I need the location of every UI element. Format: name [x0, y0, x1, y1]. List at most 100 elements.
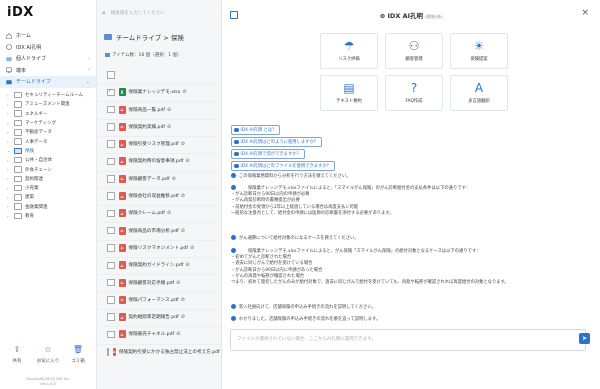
- chevron-right-icon: ›: [7, 204, 9, 210]
- ai-link-icon[interactable]: ⊘: [181, 193, 185, 199]
- team-folder-item[interactable]: › セキュリティーチームルーム: [0, 91, 96, 100]
- file-checkbox[interactable]: [107, 330, 115, 339]
- breadcrumb: チームドライブ > 保険: [104, 32, 184, 42]
- ai-link-icon[interactable]: ⊘: [181, 141, 185, 147]
- file-row[interactable]: ⌂ 契約継続率定期報告.pdf ⊘: [96, 308, 220, 325]
- team-folder-item[interactable]: › 外食チェーン: [0, 165, 96, 174]
- team-folder-item[interactable]: › マーケティング: [0, 118, 96, 127]
- team-folder-item[interactable]: › 契約関連: [0, 174, 96, 183]
- card-risk-assessment[interactable]: ☂ リスク評価: [320, 33, 378, 69]
- ai-link-icon[interactable]: ⊘: [167, 124, 171, 130]
- suggestion-chip[interactable]: IDX AI孔明 とは？: [231, 125, 281, 135]
- ai-link-icon[interactable]: ⊘: [190, 245, 194, 251]
- pdf-file-icon: ⌂: [118, 122, 126, 131]
- file-checkbox[interactable]: [107, 296, 115, 304]
- sidebar: iDX ホーム IDX AI孔明 個人ドライブ › 端末 › チームドライブ ⌄…: [0, 0, 97, 389]
- ai-link-icon[interactable]: ⊘: [176, 280, 180, 286]
- pdf-file-icon: ⌂: [118, 226, 126, 235]
- sidebar-item-device[interactable]: 端末 ›: [0, 65, 96, 77]
- file-checkbox[interactable]: [107, 261, 115, 269]
- file-checkbox[interactable]: [107, 192, 115, 200]
- favorites-button[interactable]: ☆ お気に入り: [33, 345, 63, 364]
- folder-icon: [14, 101, 22, 108]
- ai-link-icon[interactable]: ⊘: [172, 176, 176, 182]
- file-checkbox[interactable]: [107, 244, 115, 252]
- file-checkbox[interactable]: [107, 140, 115, 148]
- file-row[interactable]: ⌂保険契約引受にかかる独占禁止法上の考え方.pdf⊘: [96, 343, 226, 360]
- file-checkbox[interactable]: [107, 175, 115, 183]
- sidebar-item-home[interactable]: ホーム: [0, 30, 96, 42]
- file-row[interactable]: ⌂ 保険契約ガイドライン.pdf ⊘: [96, 257, 220, 273]
- copyright: Copyright(2023) IDX Inc. ver.1.0.0: [25, 377, 71, 386]
- file-row[interactable]: ⌂ 保険会社の収益推移.pdf ⊘: [96, 187, 220, 204]
- file-checkbox[interactable]: [107, 123, 115, 131]
- file-row[interactable]: ⌂ 保険リスクマネジメント.pdf ⊘: [96, 239, 220, 256]
- team-folder-item[interactable]: › 公共・自治体: [0, 156, 96, 165]
- file-row[interactable]: ⌂ 保険契約実績.pdf ⊘: [96, 118, 220, 135]
- file-checkbox[interactable]: [107, 105, 115, 114]
- file-name: 保険業ナレッジデモ.xlsx: [128, 90, 181, 96]
- team-folder-item[interactable]: › 人事データ: [0, 137, 96, 146]
- file-checkbox[interactable]: [107, 278, 115, 287]
- file-row[interactable]: X保険業ナレッジデモ.xlsx⊘: [96, 84, 220, 100]
- sidebar-item-personal-drive[interactable]: 個人ドライブ ›: [0, 53, 96, 65]
- team-folder-item[interactable]: › 小売業: [0, 183, 96, 192]
- ai-link-icon[interactable]: ⊘: [181, 297, 185, 303]
- trash-button[interactable]: 🗑 ゴミ箱: [63, 345, 93, 364]
- ai-link-icon[interactable]: ⊘: [167, 107, 171, 113]
- close-icon[interactable]: ×: [581, 8, 589, 18]
- file-checkbox[interactable]: [107, 313, 115, 321]
- ai-link-icon[interactable]: ⊘: [181, 228, 185, 234]
- ai-icon: [6, 44, 12, 51]
- team-folder-item[interactable]: › 教育: [0, 211, 96, 220]
- search-bar[interactable]: ⌕ 検索語を入力してください: [102, 6, 220, 20]
- file-row[interactable]: ⌂ 保険顧客対応手順.pdf ⊘: [96, 274, 220, 290]
- file-row[interactable]: ⌂ 保険販売チャネル.pdf ⊘: [96, 326, 220, 342]
- ai-link-icon[interactable]: ⊘: [185, 158, 189, 164]
- ai-icon: [231, 185, 236, 190]
- share-button[interactable]: ⇪ 共有: [2, 345, 32, 364]
- ai-link-icon[interactable]: ⊘: [182, 89, 186, 95]
- ai-icon: [231, 316, 236, 321]
- card-insurance-proposal[interactable]: ☀ 保険提案: [450, 33, 508, 69]
- team-folder-item[interactable]: › 建築: [0, 193, 96, 202]
- file-row[interactable]: ⌂ 保険商品一覧.pdf ⊘: [96, 101, 220, 117]
- select-all-checkbox[interactable]: [107, 71, 115, 79]
- file-checkbox[interactable]: [107, 209, 115, 218]
- file-checkbox[interactable]: [107, 348, 109, 356]
- send-button[interactable]: ➤: [579, 333, 590, 344]
- file-checkbox[interactable]: [107, 226, 115, 235]
- card-text-summary[interactable]: ▤ テキスト要約: [320, 75, 378, 111]
- card-customer-management[interactable]: ⚇ 顧客管理: [385, 33, 443, 69]
- team-folder-item-active[interactable]: ⌄ 保険: [0, 146, 96, 155]
- file-checkbox[interactable]: [107, 157, 115, 166]
- team-folder-item[interactable]: › 金融業関連: [0, 202, 96, 211]
- folder-icon: [14, 119, 22, 127]
- file-checkbox[interactable]: [107, 88, 115, 96]
- ai-link-icon[interactable]: ⊘: [167, 210, 171, 216]
- suggestion-chip[interactable]: IDX AI孔明で何ができますか？: [231, 149, 305, 159]
- file-row[interactable]: ⌂ 保険契約時の留意事項.pdf ⊘: [96, 153, 220, 169]
- file-row[interactable]: ⌂ 保険引受リスク管理.pdf ⊘: [96, 135, 220, 152]
- search-input[interactable]: 検索語を入力してください: [111, 10, 165, 16]
- suggestion-chip[interactable]: IDX AI孔明はどのように使用しますか？: [231, 137, 323, 147]
- card-translation[interactable]: A 多言語翻訳: [450, 75, 508, 111]
- file-row[interactable]: ⌂ 保険顧客データ.pdf ⊘: [96, 170, 220, 187]
- app-logo[interactable]: iDX: [7, 5, 34, 20]
- team-folder-item[interactable]: › 不動産データ: [0, 128, 96, 137]
- chat-input[interactable]: ファイルが選択されていない場合、ここからAI孔明に質問できます。: [230, 329, 586, 351]
- folder-icon: [14, 175, 22, 183]
- suggestion-chip[interactable]: IDX AI孔明はどのファイルを使用できますか？: [231, 161, 335, 171]
- file-row[interactable]: ⌂ 保険パフォーマンス.pdf ⊘: [96, 291, 220, 308]
- team-folder-item[interactable]: › アミューズメント関連: [0, 100, 96, 109]
- sidebar-item-ai[interactable]: IDX AI孔明: [0, 42, 96, 54]
- file-row[interactable]: ⌂ 保険クレーム.pdf ⊘: [96, 205, 220, 221]
- card-faq[interactable]: ? FAQ作成: [385, 75, 443, 111]
- sidebar-item-team-drive[interactable]: チームドライブ ⌄: [0, 76, 96, 88]
- team-folder-item[interactable]: › エネルギー: [0, 109, 96, 118]
- file-row[interactable]: ⌂ 保険商品の市場分析.pdf ⊘: [96, 222, 220, 238]
- ai-link-icon[interactable]: ⊘: [185, 262, 189, 268]
- ai-link-icon[interactable]: ⊘: [181, 314, 185, 320]
- item-count: アイテム数：18 個（選択：1 個）: [105, 52, 182, 58]
- ai-link-icon[interactable]: ⊘: [176, 331, 180, 337]
